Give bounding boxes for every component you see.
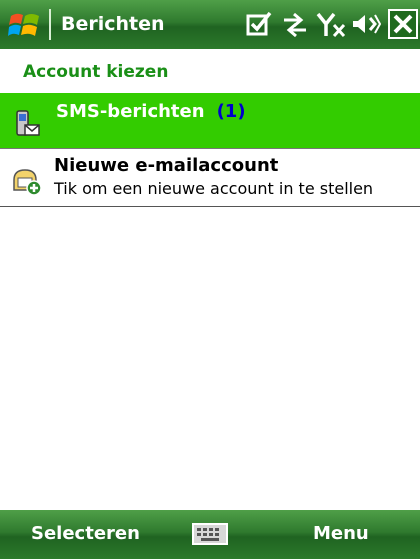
softkey-bar: Selecteren Menu xyxy=(0,510,420,559)
windows-flag-icon[interactable] xyxy=(8,8,42,42)
no-signal-icon[interactable] xyxy=(316,10,346,38)
sms-phone-icon xyxy=(16,110,40,136)
new-account-title: Nieuwe e-mailaccount xyxy=(54,155,279,176)
account-item-sms[interactable]: SMS-berichten (1) xyxy=(0,93,420,149)
section-title: Account kiezen xyxy=(23,62,169,82)
title-separator xyxy=(49,9,51,40)
section-header: Account kiezen xyxy=(0,49,420,92)
softkey-left-button[interactable]: Selecteren xyxy=(31,523,140,544)
app-title: Berichten xyxy=(61,13,165,35)
volume-icon[interactable] xyxy=(351,10,381,38)
close-icon xyxy=(393,14,413,34)
keyboard-icon[interactable] xyxy=(191,521,229,547)
account-item-new-email[interactable]: Nieuwe e-mailaccount Tik om een nieuwe a… xyxy=(0,150,420,207)
softkey-menu-button[interactable]: Menu xyxy=(313,523,369,544)
account-name: SMS-berichten xyxy=(56,101,205,122)
checkbox-icon[interactable] xyxy=(245,10,273,38)
account-label: SMS-berichten (1) xyxy=(56,101,246,122)
connectivity-arrows-icon[interactable] xyxy=(280,10,310,38)
title-bar: Berichten xyxy=(0,0,420,49)
close-button[interactable] xyxy=(388,9,418,39)
new-email-account-icon xyxy=(13,169,42,196)
new-account-subtitle: Tik om een nieuwe account in te stellen xyxy=(54,179,374,198)
unread-count: (1) xyxy=(216,101,246,122)
